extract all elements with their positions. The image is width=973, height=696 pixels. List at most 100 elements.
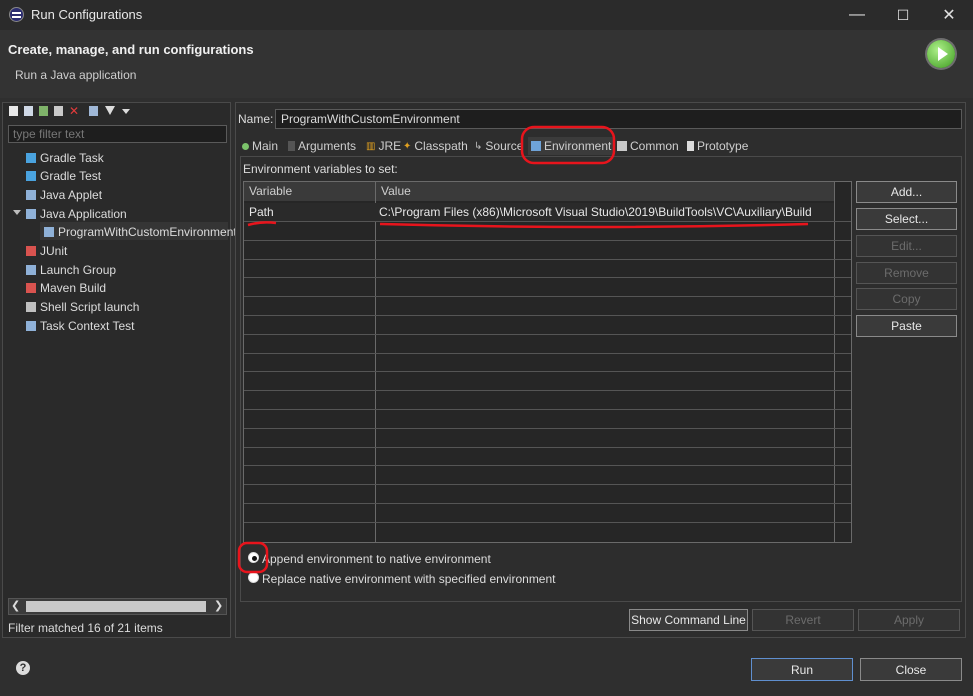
- tree-item[interactable]: Shell Script launch: [26, 298, 139, 316]
- chevron-down-icon[interactable]: [122, 109, 130, 114]
- common-icon: [617, 141, 627, 151]
- tab-jre[interactable]: ▥ JRE: [366, 137, 401, 155]
- tree-item[interactable]: Gradle Task: [26, 149, 104, 167]
- show-command-line-button[interactable]: Show Command Line: [629, 609, 748, 631]
- tree-item-label: Task Context Test: [40, 319, 135, 333]
- row-divider: [244, 259, 851, 260]
- select-button[interactable]: Select...: [856, 208, 957, 230]
- tab-arguments-label: Arguments: [298, 139, 357, 153]
- row-divider: [244, 334, 851, 335]
- source-icon: ↳: [474, 140, 483, 152]
- close-window-button[interactable]: ✕: [926, 0, 972, 30]
- apply-button[interactable]: Apply: [858, 609, 960, 631]
- row-divider: [244, 390, 851, 391]
- new-prototype-icon[interactable]: [24, 106, 33, 116]
- maximize-button[interactable]: ☐: [880, 0, 926, 30]
- append-radio-label[interactable]: Append environment to native environment: [262, 552, 491, 566]
- revert-button[interactable]: Revert: [752, 609, 854, 631]
- classpath-icon: ✦: [403, 140, 412, 152]
- tree-item[interactable]: Java Application: [26, 205, 127, 223]
- cell-variable[interactable]: Path: [249, 205, 274, 219]
- jre-icon: ▥: [366, 140, 376, 152]
- help-icon[interactable]: ?: [16, 661, 30, 675]
- export-icon[interactable]: [39, 106, 48, 116]
- row-divider: [244, 240, 851, 241]
- tree-item[interactable]: JUnit: [26, 242, 67, 260]
- java-app-icon: [26, 209, 36, 219]
- paste-button[interactable]: Paste: [856, 315, 957, 337]
- column-header-variable[interactable]: Variable: [244, 182, 375, 201]
- scroll-left-icon[interactable]: ❮: [11, 599, 20, 612]
- filter-icon[interactable]: [105, 106, 115, 115]
- dialog-header: [0, 30, 973, 98]
- maven-icon: [26, 283, 36, 293]
- title-bar: [0, 0, 973, 30]
- task-icon: [26, 321, 36, 331]
- copy-button[interactable]: Copy: [856, 288, 957, 310]
- tree-item-label: JUnit: [40, 244, 68, 258]
- minimize-button[interactable]: —: [834, 0, 880, 30]
- prototype-icon: [687, 141, 694, 151]
- close-button[interactable]: Close: [860, 658, 962, 681]
- applet-icon: [26, 190, 36, 200]
- name-label: Name:: [238, 112, 274, 126]
- filter-status: Filter matched 16 of 21 items: [8, 621, 163, 635]
- append-radio[interactable]: [248, 552, 259, 563]
- column-divider: [375, 182, 376, 542]
- gradle-icon: [26, 171, 36, 181]
- new-config-icon[interactable]: [9, 106, 18, 116]
- tree-item[interactable]: Java Applet: [26, 186, 102, 204]
- tab-source[interactable]: ↳ Source: [474, 137, 523, 155]
- row-divider: [244, 353, 851, 354]
- tab-jre-label: JRE: [378, 139, 402, 153]
- edit-button[interactable]: Edit...: [856, 235, 957, 257]
- tab-environment-label: Environment: [544, 139, 612, 153]
- add-button[interactable]: Add...: [856, 181, 957, 203]
- expand-chevron-icon[interactable]: [13, 210, 21, 215]
- tab-common[interactable]: Common: [617, 137, 679, 155]
- column-divider: [834, 182, 835, 542]
- column-header-value[interactable]: Value: [376, 182, 834, 201]
- scroll-right-icon[interactable]: ❯: [214, 599, 223, 612]
- delete-icon[interactable]: ✕: [69, 105, 79, 117]
- tab-main[interactable]: Main: [242, 137, 278, 155]
- name-field[interactable]: ProgramWithCustomEnvironment: [275, 109, 962, 129]
- tab-arguments[interactable]: Arguments: [288, 137, 356, 155]
- duplicate-icon[interactable]: [54, 106, 63, 116]
- tab-prototype[interactable]: Prototype: [687, 137, 748, 155]
- row-divider: [244, 221, 851, 222]
- tree-item-label: Gradle Test: [40, 169, 102, 183]
- tab-main-label: Main: [252, 139, 279, 153]
- tree-item-label: ProgramWithCustomEnvironment: [58, 225, 237, 239]
- tab-common-label: Common: [630, 139, 679, 153]
- tab-classpath-label: Classpath: [414, 139, 468, 153]
- tab-source-label: Source: [485, 139, 524, 153]
- tab-environment[interactable]: Environment: [528, 137, 615, 155]
- row-divider: [244, 484, 851, 485]
- row-divider: [244, 409, 851, 410]
- tab-prototype-label: Prototype: [697, 139, 749, 153]
- collapse-all-icon[interactable]: [89, 106, 98, 116]
- tree-item[interactable]: Maven Build: [26, 279, 106, 297]
- tree-item[interactable]: Gradle Test: [26, 167, 101, 185]
- tree-item-label: Gradle Task: [40, 151, 104, 165]
- arguments-icon: [288, 141, 295, 151]
- row-divider: [244, 277, 851, 278]
- tree-item[interactable]: Launch Group: [26, 261, 116, 279]
- remove-button[interactable]: Remove: [856, 262, 957, 284]
- tree-item-selected[interactable]: ProgramWithCustomEnvironment: [44, 223, 237, 241]
- scrollbar-thumb[interactable]: [26, 601, 206, 612]
- replace-radio-label[interactable]: Replace native environment with specifie…: [262, 572, 556, 586]
- replace-radio[interactable]: [248, 572, 259, 583]
- header-subtitle: Run a Java application: [15, 68, 137, 82]
- cell-value[interactable]: C:\Program Files (x86)\Microsoft Visual …: [379, 205, 812, 219]
- tree-item-label: Shell Script launch: [40, 300, 140, 314]
- header-title: Create, manage, and run configurations: [8, 42, 254, 57]
- row-divider: [244, 296, 851, 297]
- tree-item[interactable]: Task Context Test: [26, 317, 135, 335]
- run-icon: [927, 40, 955, 68]
- run-button[interactable]: Run: [751, 658, 853, 681]
- tab-classpath[interactable]: ✦ Classpath: [403, 137, 468, 155]
- row-divider: [244, 371, 851, 372]
- filter-input[interactable]: [8, 125, 227, 143]
